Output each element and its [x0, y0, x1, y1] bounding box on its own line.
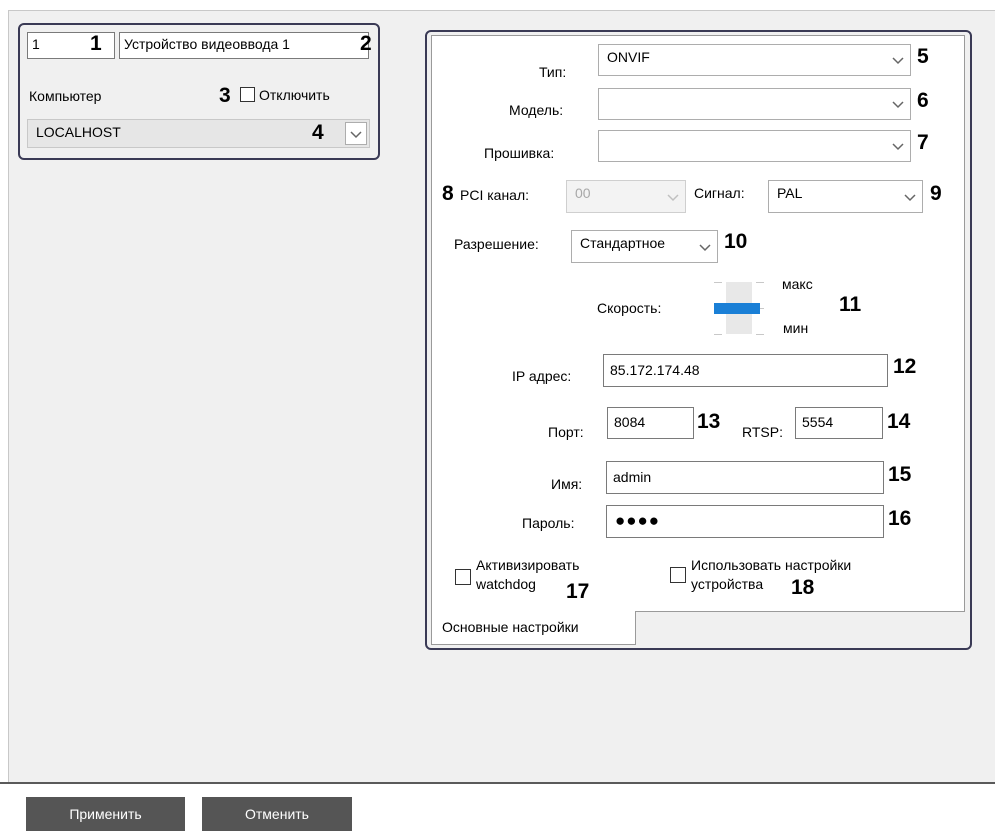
use-device-settings-checkbox[interactable]	[670, 567, 686, 583]
tab-main-settings-label: Основные настройки	[442, 619, 579, 635]
speed-label: Скорость:	[597, 300, 662, 316]
callout-11: 11	[839, 293, 862, 316]
watchdog-label-line2: watchdog	[476, 576, 536, 592]
callout-7: 7	[917, 131, 929, 154]
callout-1: 1	[90, 32, 102, 55]
resolution-select-value: Стандартное	[580, 235, 666, 251]
callout-14: 14	[887, 410, 911, 433]
chevron-down-icon	[892, 143, 904, 151]
watchdog-label-line1: Активизировать	[476, 557, 580, 573]
callout-2: 2	[360, 32, 372, 55]
chevron-down-icon	[350, 130, 362, 138]
type-label: Тип:	[539, 64, 567, 80]
computer-select-value: LOCALHOST	[36, 124, 121, 140]
password-input[interactable]: ●●●●	[606, 505, 884, 538]
use-device-settings-line2: устройства	[691, 576, 764, 592]
callout-6: 6	[917, 89, 929, 112]
speed-slider-thumb[interactable]	[714, 303, 760, 314]
callout-5: 5	[917, 45, 929, 68]
chevron-down-icon	[892, 101, 904, 109]
firmware-select[interactable]	[598, 130, 911, 162]
speed-tick-bottom-right	[756, 334, 764, 335]
watchdog-checkbox[interactable]	[455, 569, 471, 585]
type-select-value: ONVIF	[607, 49, 650, 65]
speed-max-label: макс	[782, 276, 813, 292]
pci-channel-select[interactable]: 00	[566, 180, 686, 213]
callout-15: 15	[888, 463, 912, 486]
chevron-down-icon	[904, 193, 916, 201]
speed-tick-bottom	[714, 334, 722, 335]
use-device-settings-line1: Использовать настройки	[691, 557, 852, 573]
rtsp-port-input[interactable]: 5554	[795, 407, 883, 439]
tab-main-settings[interactable]: Основные настройки	[431, 611, 636, 645]
port-input[interactable]: 8084	[607, 407, 694, 439]
password-label: Пароль:	[522, 515, 575, 531]
type-select[interactable]: ONVIF	[598, 44, 911, 76]
callout-4: 4	[312, 121, 324, 144]
pci-channel-value: 00	[575, 185, 591, 201]
rtsp-label: RTSP:	[742, 424, 783, 440]
callout-13: 13	[697, 410, 721, 433]
model-label: Модель:	[509, 102, 564, 118]
ip-address-input[interactable]: 85.172.174.48	[603, 354, 888, 387]
firmware-label: Прошивка:	[484, 145, 555, 161]
username-input[interactable]: admin	[606, 461, 884, 494]
computer-label: Компьютер	[29, 88, 102, 104]
callout-10: 10	[724, 230, 748, 253]
callout-16: 16	[888, 507, 912, 530]
username-label: Имя:	[551, 476, 583, 492]
cancel-button[interactable]: Отменить	[202, 797, 352, 831]
model-select[interactable]	[598, 88, 911, 120]
callout-9: 9	[930, 182, 942, 205]
disable-checkbox[interactable]	[240, 87, 255, 102]
callout-12: 12	[893, 355, 917, 378]
signal-select[interactable]: PAL	[768, 180, 923, 213]
speed-slider[interactable]	[712, 278, 764, 338]
port-label: Порт:	[548, 424, 584, 440]
speed-tick-top	[714, 282, 722, 283]
device-name-field[interactable]: Устройство видеоввода 1	[119, 32, 369, 59]
device-settings-window: 1 1 Устройство видеоввода 1 2 Компьютер …	[0, 0, 995, 839]
pci-channel-label: PCI канал:	[460, 187, 530, 203]
speed-tick-top-right	[756, 282, 764, 283]
callout-17: 17	[566, 580, 590, 603]
callout-8: 8	[442, 182, 454, 205]
resolution-select[interactable]: Стандартное	[571, 230, 718, 263]
signal-label: Сигнал:	[694, 185, 745, 201]
chevron-down-icon	[699, 243, 711, 251]
chevron-down-icon	[667, 193, 679, 201]
resolution-label: Разрешение:	[454, 236, 539, 252]
speed-min-label: мин	[783, 320, 809, 336]
chevron-down-icon	[892, 57, 904, 65]
computer-dropdown-button[interactable]	[345, 122, 367, 145]
disable-label: Отключить	[259, 87, 330, 103]
apply-button[interactable]: Применить	[26, 797, 185, 831]
callout-3: 3	[219, 84, 231, 107]
ip-address-label: IP адрес:	[512, 368, 572, 384]
callout-18: 18	[791, 576, 815, 599]
signal-select-value: PAL	[777, 185, 803, 201]
